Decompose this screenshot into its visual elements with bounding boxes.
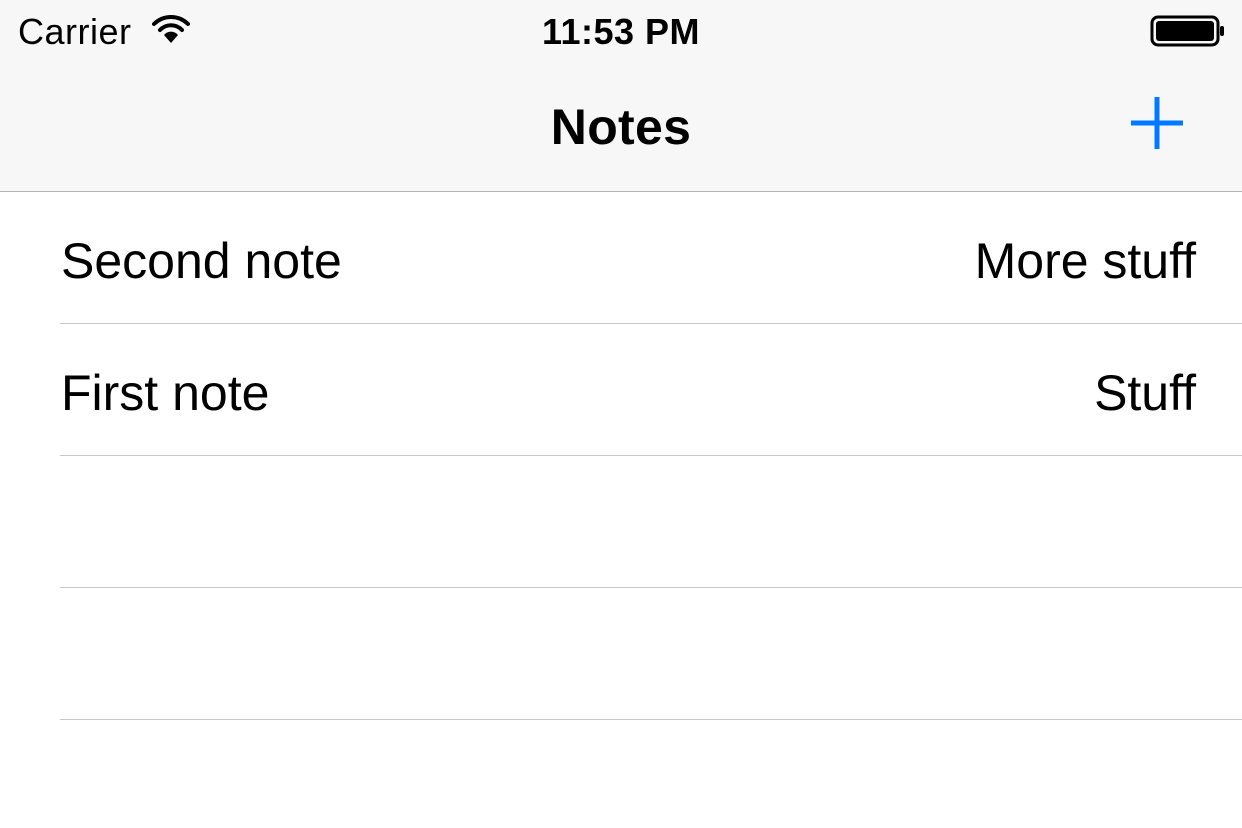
status-time: 11:53 PM (541, 11, 701, 52)
note-detail: Stuff (1094, 365, 1196, 421)
add-note-button[interactable] (1124, 90, 1190, 156)
note-title: First note (61, 365, 270, 421)
empty-table-row (0, 456, 1242, 588)
note-detail: More stuff (974, 233, 1196, 289)
note-title: Second note (61, 233, 342, 289)
table-row[interactable]: Second note More stuff (0, 192, 1242, 324)
table-row[interactable]: First note Stuff (0, 324, 1242, 456)
top-bar: Carrier 11:53 PM Notes (0, 0, 1242, 192)
plus-icon (1131, 97, 1183, 149)
page-title: Notes (550, 99, 692, 155)
notes-table: Second note More stuff First note Stuff (0, 192, 1242, 720)
battery-icon (1150, 15, 1226, 47)
row-separator (60, 719, 1242, 720)
empty-table-row (0, 588, 1242, 720)
notes-screen: Carrier 11:53 PM Notes Second note More … (0, 0, 1242, 828)
